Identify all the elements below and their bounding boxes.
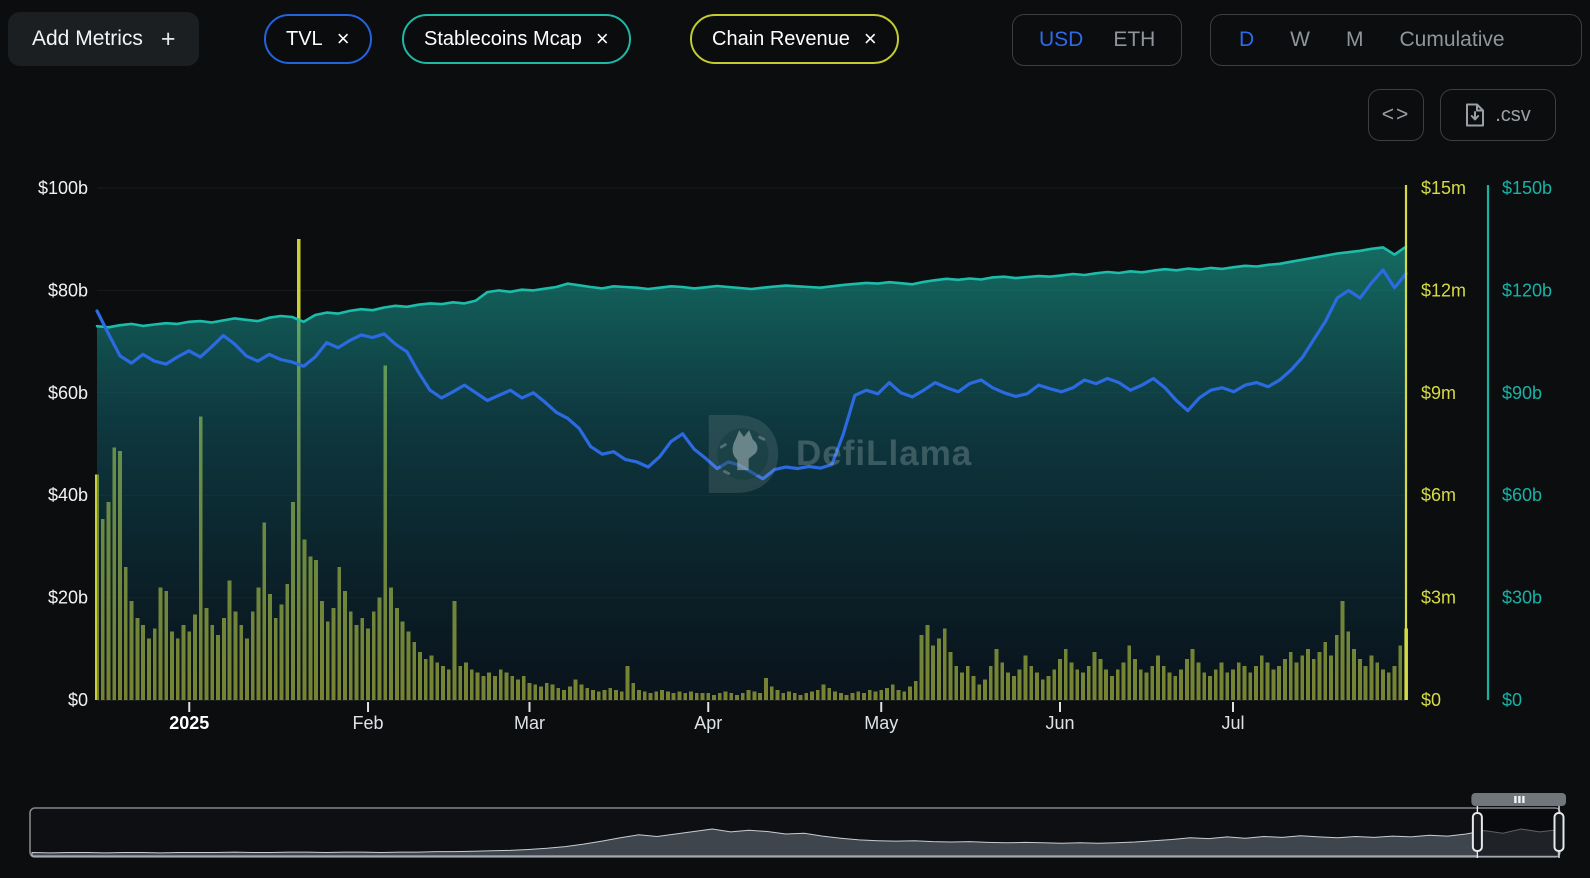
interval-option-daily[interactable]: D bbox=[1239, 28, 1254, 52]
svg-text:Jul: Jul bbox=[1221, 713, 1244, 733]
csv-download-button[interactable]: .csv bbox=[1440, 89, 1556, 141]
svg-text:$100b: $100b bbox=[38, 178, 88, 198]
add-metrics-button[interactable]: Add Metrics + bbox=[8, 12, 200, 66]
interval-toggle: D W M Cumulative bbox=[1210, 14, 1582, 66]
metric-tag-label: TVL bbox=[286, 27, 323, 50]
svg-text:$60b: $60b bbox=[1502, 485, 1542, 505]
svg-text:$90b: $90b bbox=[1502, 383, 1542, 403]
metric-tag-chain-revenue[interactable]: Chain Revenue × bbox=[690, 14, 899, 64]
remove-metric-icon[interactable]: × bbox=[864, 28, 877, 50]
main-chart[interactable]: $0 $20b $40b $60b $80b $100b $0 $3m $6m $9m $12m $1… bbox=[0, 0, 1590, 878]
plus-icon: + bbox=[160, 24, 176, 53]
metric-tag-label: Stablecoins Mcap bbox=[424, 27, 582, 50]
interval-option-cumulative[interactable]: Cumulative bbox=[1400, 28, 1505, 52]
svg-text:May: May bbox=[864, 713, 898, 733]
svg-text:$80b: $80b bbox=[48, 280, 88, 300]
svg-text:Jun: Jun bbox=[1045, 713, 1074, 733]
svg-text:Mar: Mar bbox=[514, 713, 545, 733]
svg-text:Feb: Feb bbox=[353, 713, 384, 733]
svg-text:$120b: $120b bbox=[1502, 280, 1552, 300]
svg-text:$40b: $40b bbox=[48, 485, 88, 505]
navigator-selection[interactable] bbox=[1477, 809, 1559, 856]
svg-text:$150b: $150b bbox=[1502, 178, 1552, 198]
add-metrics-label: Add Metrics bbox=[32, 27, 143, 50]
svg-text:$0: $0 bbox=[1421, 690, 1441, 710]
navigator bbox=[29, 793, 1566, 858]
currency-toggle: USD ETH bbox=[1012, 14, 1183, 66]
csv-label: .csv bbox=[1495, 103, 1531, 126]
svg-text:$0: $0 bbox=[1502, 690, 1522, 710]
svg-text:$20b: $20b bbox=[48, 588, 88, 608]
metric-tag-stablecoins-mcap[interactable]: Stablecoins Mcap × bbox=[402, 14, 631, 64]
svg-text:$9m: $9m bbox=[1421, 383, 1456, 403]
navigator-left-handle[interactable] bbox=[1471, 812, 1483, 852]
svg-text:$3m: $3m bbox=[1421, 588, 1456, 608]
metric-tag-tvl[interactable]: TVL × bbox=[264, 14, 372, 64]
svg-text:$60b: $60b bbox=[48, 383, 88, 403]
remove-metric-icon[interactable]: × bbox=[337, 28, 350, 50]
svg-text:2025: 2025 bbox=[169, 713, 209, 733]
embed-code-icon: <> bbox=[1381, 103, 1411, 126]
currency-option-usd[interactable]: USD bbox=[1039, 28, 1083, 52]
defillama-chart-page: $0 $20b $40b $60b $80b $100b $0 $3m $6m $9m $12m $1… bbox=[0, 0, 1590, 878]
svg-text:$30b: $30b bbox=[1502, 588, 1542, 608]
interval-option-weekly[interactable]: W bbox=[1290, 28, 1310, 52]
svg-text:$6m: $6m bbox=[1421, 485, 1456, 505]
embed-button[interactable]: <> bbox=[1368, 89, 1424, 141]
svg-text:$0: $0 bbox=[68, 690, 88, 710]
metric-tag-label: Chain Revenue bbox=[712, 27, 850, 50]
svg-text:Apr: Apr bbox=[694, 713, 722, 733]
navigator-right-handle[interactable] bbox=[1553, 812, 1565, 852]
svg-text:$12m: $12m bbox=[1421, 280, 1466, 300]
svg-text:$15m: $15m bbox=[1421, 178, 1466, 198]
currency-option-eth[interactable]: ETH bbox=[1113, 28, 1155, 52]
csv-download-icon bbox=[1466, 103, 1485, 127]
remove-metric-icon[interactable]: × bbox=[596, 28, 609, 50]
interval-option-monthly[interactable]: M bbox=[1346, 28, 1364, 52]
